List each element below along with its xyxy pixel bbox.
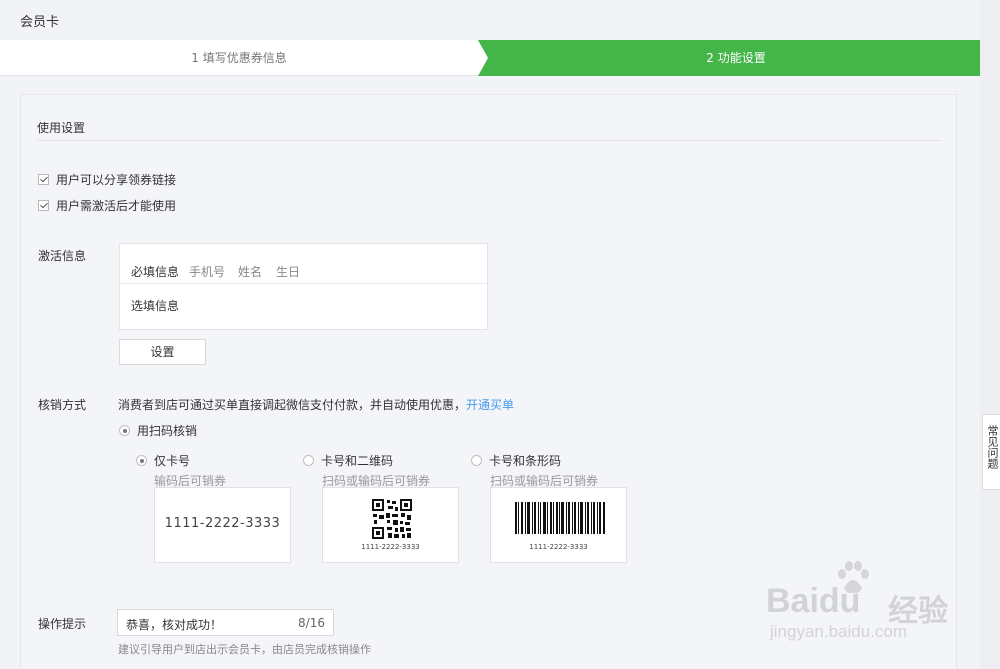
step-2-label: 2 功能设置 [706,51,766,65]
section-title: 使用设置 [37,121,86,135]
activation-info-box: 必填信息 手机号 姓名 生日 选填信息 [119,243,488,330]
card-number-qrcode-label: 卡号和二维码 [321,454,394,468]
share-link-checkbox[interactable]: 用户可以分享领券链接 [38,171,176,188]
checkbox-checked-icon [38,174,49,185]
card-number-preview: 1111-2222-3333 [154,487,291,563]
settings-card: 使用设置 用户可以分享领券链接 用户需激活后才能使用 激活信息 必填信息 手机号… [20,94,957,669]
card-number-barcode-label: 卡号和条形码 [489,454,562,468]
activation-info-label: 激活信息 [38,249,87,263]
verify-description-text: 消费者到店可通过买单直接调起微信支付付款，并自动使用优惠， [118,398,467,412]
step-2-active[interactable]: 2 功能设置 [478,40,980,76]
card-number-only-label: 仅卡号 [154,454,191,468]
activation-setting-button[interactable]: 设置 [119,339,206,365]
required-item-name: 姓名 [238,265,263,279]
require-activation-checkbox[interactable]: 用户需激活后才能使用 [38,197,176,214]
scan-verify-radio[interactable]: 用扫码核销 [119,422,197,439]
required-info-label: 必填信息 [131,265,180,279]
share-link-label: 用户可以分享领券链接 [56,173,177,187]
radio-selected-icon [119,425,130,436]
card-number-only-radio[interactable]: 仅卡号 [136,452,190,469]
radio-unselected-icon [303,455,314,466]
qrcode-icon [372,499,412,539]
page-header: 会员卡 [0,0,980,40]
card-number-qrcode-radio[interactable]: 卡号和二维码 [303,452,393,469]
step-1[interactable]: 1 填写优惠券信息 [0,40,478,76]
required-item-phone: 手机号 [189,265,226,279]
help-tab[interactable]: 常见问题 [982,414,1000,490]
operation-tip-input[interactable]: 恭喜，核对成功！ 8/16 [117,609,334,636]
barcode-preview: 1111-2222-3333 [490,487,627,563]
operation-tip-hint: 建议引导用户到店出示会员卡，由店员完成核销操作 [118,643,371,656]
verify-method-label: 核销方式 [38,398,87,412]
require-activation-label: 用户需激活后才能使用 [56,199,177,213]
card-number-text: 1111-2222-3333 [164,516,281,531]
checkbox-checked-icon [38,200,49,211]
qrcode-card-number: 1111-2222-3333 [361,543,420,551]
barcode-icon [515,502,605,534]
verify-description: 消费者到店可通过买单直接调起微信支付付款，并自动使用优惠，开通买单 [118,396,514,413]
optional-info-label: 选填信息 [131,299,180,313]
operation-tip-label: 操作提示 [38,617,87,631]
qrcode-preview: 1111-2222-3333 [322,487,459,563]
enable-pay-link[interactable]: 开通买单 [466,398,514,412]
right-scroll-area [980,0,1000,669]
page-title: 会员卡 [20,15,60,30]
operation-tip-value: 恭喜，核对成功！ [126,618,223,632]
section-divider [37,140,941,141]
operation-tip-counter: 8/16 [298,616,325,630]
required-info-row: 必填信息 手机号 姓名 生日 [120,244,487,284]
scan-verify-label: 用扫码核销 [137,424,198,438]
required-item-birthday: 生日 [276,265,301,279]
radio-unselected-icon [471,455,482,466]
barcode-card-number: 1111-2222-3333 [529,543,588,551]
step-indicator: 1 填写优惠券信息 2 功能设置 [0,40,980,76]
radio-selected-icon [136,455,147,466]
card-number-barcode-radio[interactable]: 卡号和条形码 [471,452,561,469]
